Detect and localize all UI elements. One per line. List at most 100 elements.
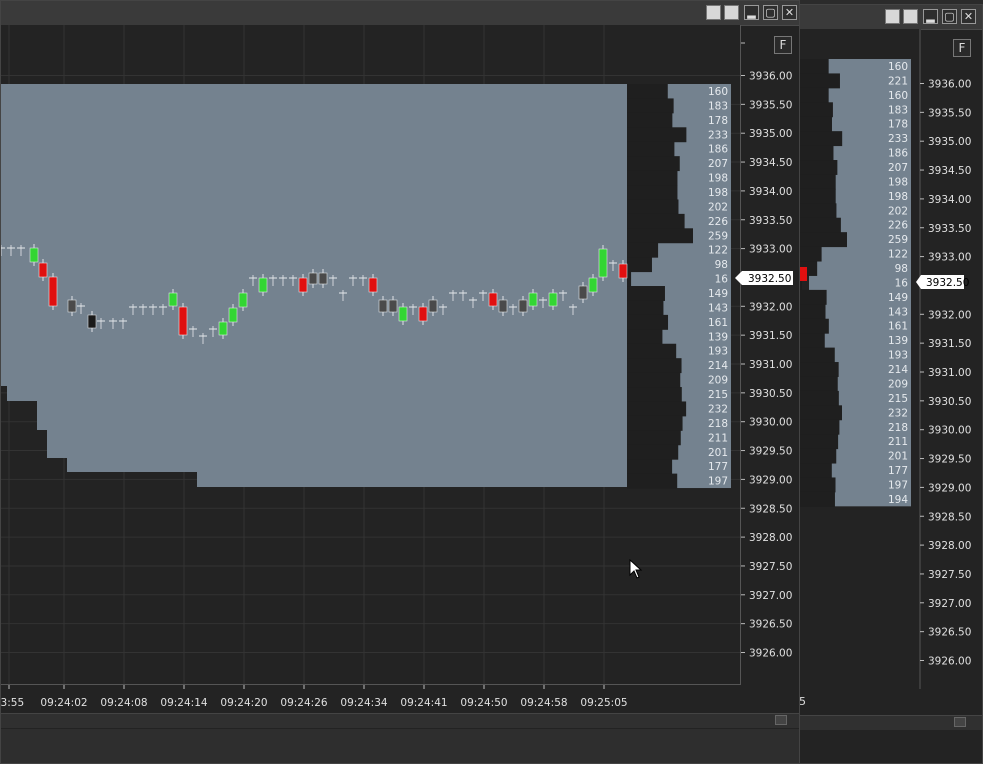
price-label: 3927.00 (749, 590, 792, 602)
secondary-price-label: 3935.50 (928, 107, 971, 119)
main-undock-button[interactable] (706, 5, 721, 20)
secondary-profile-bar (799, 87, 829, 103)
secondary-price-label: 3930.50 (928, 396, 971, 408)
candle-body (578, 285, 588, 300)
secondary-undock-button[interactable] (885, 9, 900, 24)
secondary-volume-label: 183 (888, 104, 908, 116)
secondary-profile-bar (799, 448, 837, 464)
secondary-volume-label: 177 (888, 465, 908, 477)
time-label: 09:24:26 (280, 697, 327, 709)
secondary-profile-bar (799, 304, 826, 320)
secondary-volume-label: 218 (888, 422, 908, 434)
candle-body (378, 299, 388, 313)
secondary-volume-label: 149 (888, 292, 908, 304)
price-label: 3928.00 (749, 532, 792, 544)
candle-body (87, 314, 97, 329)
secondary-profile-bar (799, 131, 843, 147)
candle-body (368, 277, 378, 293)
main-scroll-handle[interactable] (775, 715, 787, 725)
candle-body (398, 306, 408, 322)
secondary-volume-label: 186 (888, 148, 908, 160)
main-f-button[interactable]: F (774, 36, 792, 54)
profile-bar (627, 156, 680, 172)
time-label: 09:24:34 (340, 697, 387, 709)
secondary-close-button[interactable]: ✕ (961, 9, 976, 24)
price-label: 3935.00 (749, 128, 792, 140)
secondary-f-button[interactable]: F (953, 39, 971, 57)
main-maximize-button[interactable]: ▢ (763, 5, 778, 20)
secondary-price-axis: 3936.00 3935.50 3935.00 3934.50 3934.00 3933.… (920, 79, 971, 668)
candle-body (548, 292, 558, 307)
volume-label: 139 (708, 331, 728, 343)
volume-label: 259 (708, 230, 728, 242)
secondary-chart-canvas[interactable]: 160 221 160 183 178 233 186 207 198 198 202 226 259 1… (799, 29, 983, 729)
price-label: 3929.50 (749, 446, 792, 458)
secondary-volume-label: 202 (888, 205, 908, 217)
secondary-time-label: 5 (799, 695, 806, 708)
profile-bar (627, 213, 685, 229)
price-label: 3936.00 (749, 71, 792, 83)
secondary-price-label: 3928.00 (928, 540, 971, 552)
secondary-volume-label: 139 (888, 335, 908, 347)
price-label: 3934.00 (749, 186, 792, 198)
secondary-profile-bar (799, 419, 840, 435)
current-price-label: 3932.50 (748, 273, 791, 285)
volume-label: 143 (708, 302, 728, 314)
secondary-profile-bar (799, 491, 835, 507)
candle-body (308, 272, 318, 285)
secondary-profile-bar (799, 333, 825, 349)
secondary-profile-bar (799, 203, 837, 219)
secondary-price-label: 3933.00 (928, 252, 971, 264)
profile-bar (627, 112, 673, 128)
main-scrollbar[interactable] (1, 713, 799, 728)
main-undock-button-2[interactable] (724, 5, 739, 20)
price-label: 3926.50 (749, 619, 792, 631)
profile-bar (627, 185, 678, 200)
current-price-marker: 3932.50 (735, 271, 793, 285)
secondary-volume-label: 232 (888, 407, 908, 419)
secondary-price-label: 3929.50 (928, 454, 971, 466)
main-close-button[interactable]: ✕ (782, 5, 797, 20)
secondary-volume-label: 233 (888, 133, 908, 145)
time-label: 23:55 (1, 697, 24, 709)
profile-bar (627, 242, 659, 258)
secondary-profile-bar (799, 232, 847, 248)
secondary-profile-bar (799, 174, 836, 190)
secondary-profile-bar (799, 376, 838, 392)
price-label: 3930.50 (749, 388, 792, 400)
profile-bar (627, 84, 668, 99)
candle-body (48, 276, 58, 307)
secondary-scrollbar[interactable] (799, 715, 982, 730)
profile-bar (627, 444, 679, 460)
candle-body (258, 277, 268, 293)
secondary-price-label: 3936.00 (928, 79, 971, 91)
secondary-maximize-button[interactable]: ▢ (942, 9, 957, 24)
time-axis: 23:55 09:24:02 09:24:08 09:24:14 09:24:20 09:… (1, 685, 628, 709)
volume-label: 186 (708, 144, 728, 156)
main-chart-canvas[interactable]: 160 183 178 233 186 207 198 198 202 226 259 122 98 16… (1, 25, 800, 764)
profile-bar (627, 415, 683, 431)
candle-body (618, 263, 628, 279)
secondary-volume-label: 197 (888, 479, 908, 491)
main-chart-window: ▂ ▢ ✕ 160 183 178 233 186 207 198 198 202 226 259 1… (0, 0, 800, 764)
secondary-volume-label: 226 (888, 220, 908, 232)
main-title-bar[interactable] (1, 1, 799, 26)
volume-label: 201 (708, 447, 728, 459)
volume-label: 98 (715, 259, 728, 271)
secondary-volume-label: 193 (888, 350, 908, 362)
candle-body (178, 306, 188, 336)
secondary-price-label: 3928.50 (928, 511, 971, 523)
secondary-profile-bar (799, 188, 836, 204)
price-label: 3931.50 (749, 330, 792, 342)
profile-bar (627, 228, 693, 244)
volume-label: 183 (708, 100, 728, 112)
time-label: 09:24:20 (220, 697, 267, 709)
main-minimize-button[interactable]: ▂ (744, 5, 759, 20)
secondary-scroll-handle[interactable] (954, 717, 966, 727)
secondary-volume-profile: 160 221 160 183 178 233 186 207 198 198 202 226 259 1… (799, 59, 911, 507)
secondary-minimize-button[interactable]: ▂ (923, 9, 938, 24)
secondary-volume-label: 209 (888, 378, 908, 390)
volume-label: 226 (708, 216, 728, 228)
secondary-volume-label: 143 (888, 306, 908, 318)
secondary-undock-button-2[interactable] (903, 9, 918, 24)
